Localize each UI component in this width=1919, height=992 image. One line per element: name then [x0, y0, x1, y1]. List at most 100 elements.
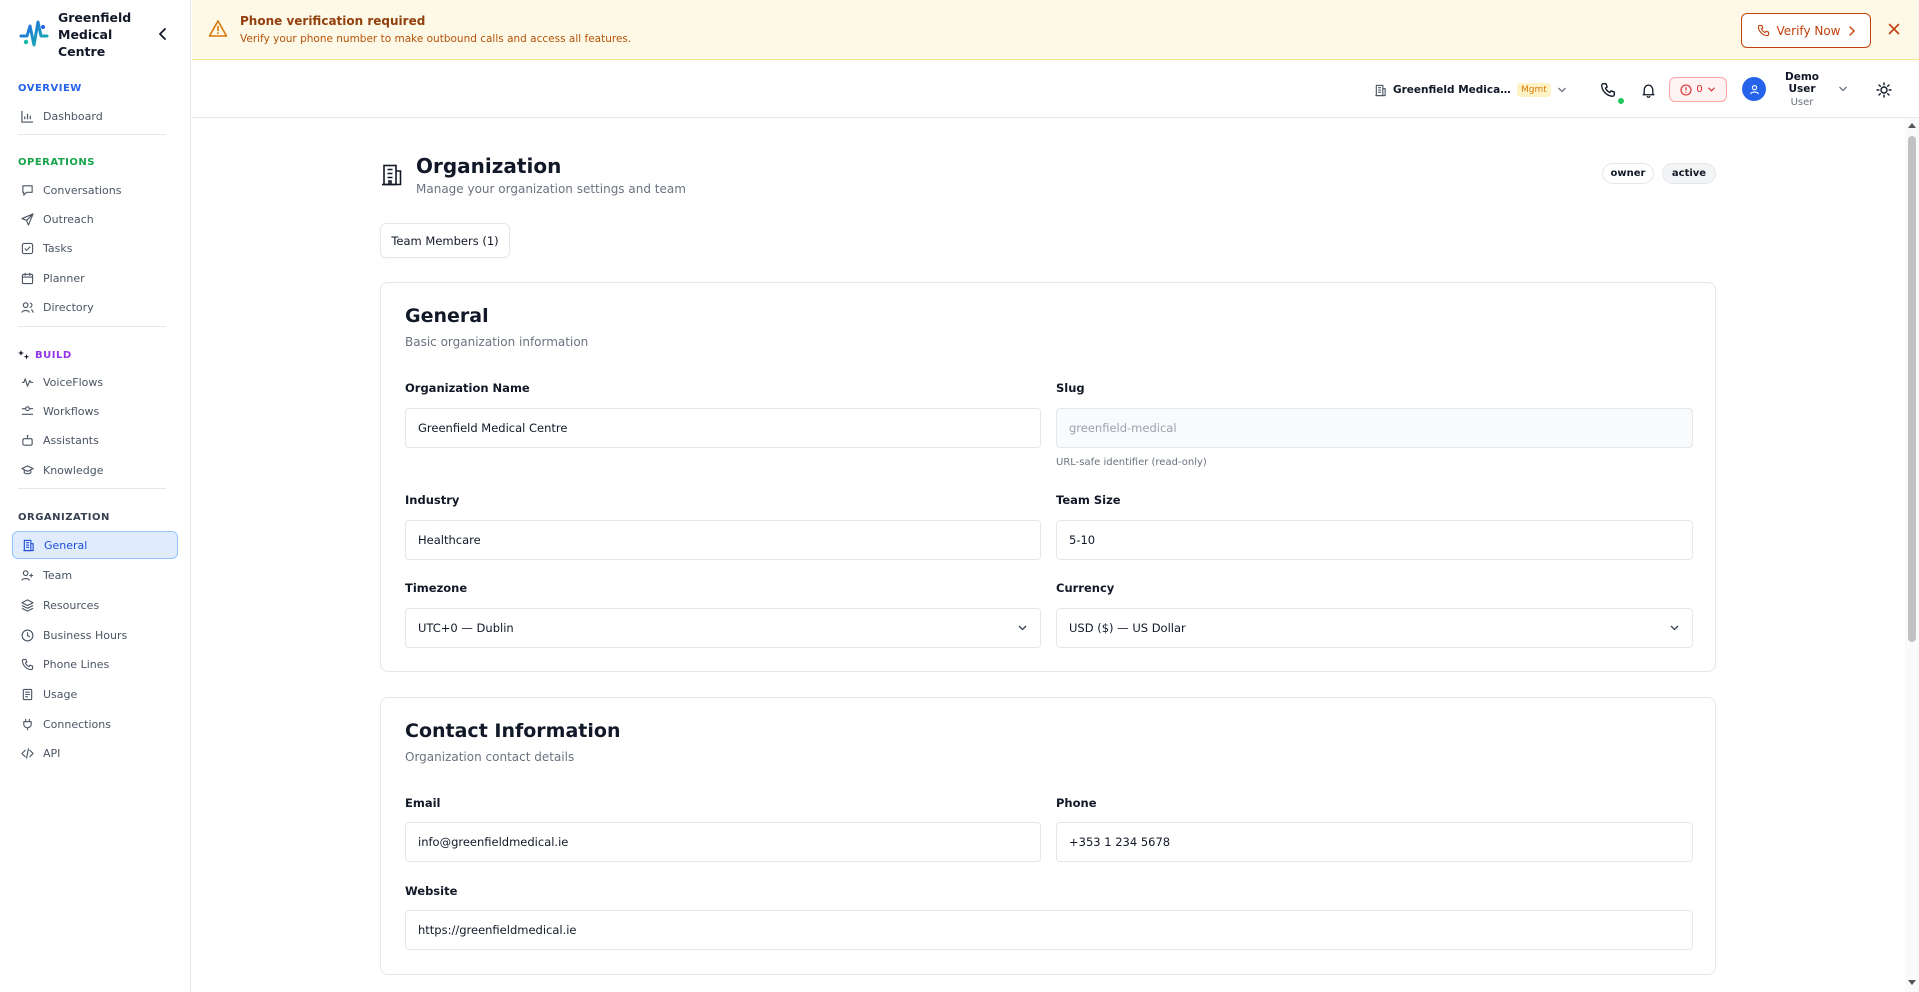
sidebar-item-label: Dashboard: [43, 109, 103, 123]
sidebar-item-connections[interactable]: Connections: [12, 710, 178, 738]
email-label: Email: [405, 796, 441, 810]
org-name: Greenfield Medical Centre: [1393, 84, 1511, 96]
banner-subtitle: Verify your phone number to make outboun…: [240, 33, 632, 45]
chart-icon: [20, 109, 34, 123]
industry-input[interactable]: Healthcare: [405, 520, 1041, 560]
user-plus-icon: [20, 568, 34, 582]
sidebar-item-label: Conversations: [43, 183, 122, 197]
sidebar-item-team[interactable]: Team: [12, 561, 178, 589]
avatar: [1742, 77, 1766, 101]
sidebar-item-conversations[interactable]: Conversations: [12, 176, 178, 204]
timezone-label: Timezone: [405, 581, 468, 595]
building-icon: [1375, 84, 1386, 96]
sidebar-item-voiceflows[interactable]: VoiceFlows: [12, 368, 178, 396]
chevron-left-icon: [159, 28, 166, 40]
alert-circle-icon: [1680, 83, 1692, 96]
sidebar-item-tasks[interactable]: Tasks: [12, 234, 178, 262]
slug-input: greenfield-medical: [1056, 408, 1693, 448]
status-badge: active: [1662, 163, 1716, 184]
section-organization: ORGANIZATION: [18, 512, 110, 523]
team-size-input[interactable]: 5-10: [1056, 520, 1693, 560]
phone-verification-banner: Phone verification required Verify your …: [192, 0, 1919, 60]
contact-title: Contact Information: [405, 720, 621, 742]
alerts-button[interactable]: 0: [1669, 77, 1727, 102]
chevron-down-icon: [1670, 625, 1679, 631]
scrollbar-thumb[interactable]: [1908, 136, 1916, 642]
sidebar-item-usage[interactable]: Usage: [12, 680, 178, 708]
sidebar-item-workflows[interactable]: Workflows: [12, 397, 178, 425]
notifications-button[interactable]: [1637, 79, 1659, 101]
receipt-icon: [20, 687, 34, 701]
sidebar-item-label: Directory: [43, 300, 94, 314]
phone-icon: [1757, 24, 1769, 37]
verify-now-button[interactable]: Verify Now: [1741, 13, 1871, 48]
organization-name-input[interactable]: Greenfield Medical Centre: [405, 408, 1041, 448]
org-switcher[interactable]: Greenfield Medical Centre Mgmt: [1374, 79, 1567, 101]
sidebar-divider: [18, 488, 166, 489]
general-card: General Basic organization information O…: [380, 282, 1716, 672]
sidebar-item-resources[interactable]: Resources: [12, 591, 178, 619]
phone-icon: [1601, 83, 1615, 97]
chevron-down-icon: [1839, 86, 1847, 92]
sidebar-item-label: General: [44, 538, 88, 552]
sidebar-item-label: Connections: [43, 717, 111, 731]
website-input[interactable]: https://greenfieldmedical.ie: [405, 910, 1693, 950]
sidebar-item-dashboard[interactable]: Dashboard: [12, 102, 178, 130]
collapse-sidebar-button[interactable]: [156, 26, 170, 42]
sidebar-item-label: Team: [43, 568, 73, 582]
section-build-label: BUILD: [35, 349, 72, 361]
user-role: User: [1790, 96, 1814, 108]
chevron-down-icon: [1018, 625, 1027, 631]
code-icon: [20, 746, 34, 760]
sidebar-divider: [18, 134, 166, 135]
sidebar-item-assistants[interactable]: Assistants: [12, 426, 178, 454]
scroll-down-icon[interactable]: [1907, 979, 1917, 987]
layers-icon: [20, 598, 34, 612]
sidebar-item-business-hours[interactable]: Business Hours: [12, 621, 178, 649]
checkbox-icon: [20, 241, 34, 255]
general-subtitle: Basic organization information: [405, 335, 589, 349]
workflow-icon: [20, 404, 34, 418]
chevron-down-icon: [1707, 87, 1715, 92]
sidebar-item-outreach[interactable]: Outreach: [12, 205, 178, 233]
sidebar-item-label: Resources: [43, 598, 100, 612]
alert-count: 0: [1696, 84, 1703, 95]
user-icon: [1749, 84, 1759, 94]
phone-button[interactable]: [1597, 79, 1619, 101]
sidebar-item-directory[interactable]: Directory: [12, 293, 178, 321]
sidebar-item-knowledge[interactable]: Knowledge: [12, 456, 178, 484]
email-input[interactable]: info@greenfieldmedical.ie: [405, 822, 1041, 862]
close-icon: [1888, 23, 1900, 35]
theme-toggle-button[interactable]: [1873, 79, 1895, 101]
sidebar-item-general[interactable]: General: [12, 531, 178, 559]
sidebar-item-label: VoiceFlows: [43, 375, 104, 389]
brand[interactable]: Greenfield Medical Centre: [18, 10, 178, 59]
owner-badge: owner: [1602, 163, 1654, 184]
brand-name: Greenfield Medical Centre: [58, 9, 132, 59]
currency-select[interactable]: USD ($) — US Dollar: [1056, 608, 1693, 648]
team-size-label: Team Size: [1056, 493, 1121, 507]
phone-input[interactable]: +353 1 234 5678: [1056, 822, 1693, 862]
contact-information-card: Contact Information Organization contact…: [380, 697, 1716, 975]
general-title: General: [405, 305, 489, 327]
sidebar-item-label: Assistants: [43, 433, 99, 447]
banner-close-button[interactable]: [1886, 21, 1902, 37]
sidebar-item-label: Outreach: [43, 212, 94, 226]
page-subtitle: Manage your organization settings and te…: [416, 182, 686, 196]
bell-icon: [1642, 84, 1654, 98]
sidebar-item-phone-lines[interactable]: Phone Lines: [12, 650, 178, 678]
sidebar-item-label: Tasks: [43, 241, 73, 255]
waveform-icon: [20, 375, 34, 389]
tab-team-members[interactable]: Team Members (1): [380, 223, 510, 258]
plug-icon: [20, 717, 34, 731]
graduation-cap-icon: [20, 463, 34, 477]
sidebar-item-planner[interactable]: Planner: [12, 264, 178, 292]
sidebar-item-api[interactable]: API: [12, 739, 178, 767]
brand-logo-icon: [19, 20, 49, 47]
phone-icon: [20, 657, 34, 671]
user-menu[interactable]: Demo User User: [1742, 71, 1852, 108]
currency-label: Currency: [1056, 581, 1115, 595]
contact-subtitle: Organization contact details: [405, 750, 575, 764]
timezone-select[interactable]: UTC+0 — Dublin: [405, 608, 1041, 648]
scroll-up-icon[interactable]: [1907, 121, 1917, 129]
